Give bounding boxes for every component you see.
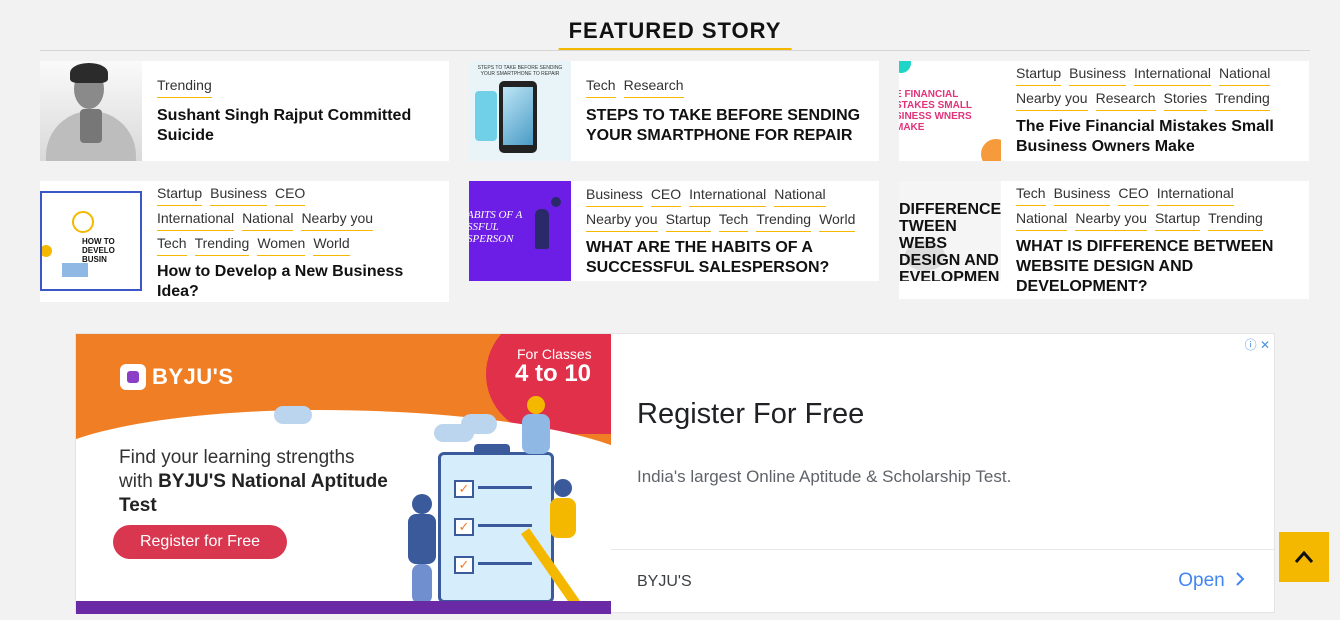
tag-link[interactable]: Women xyxy=(257,235,306,256)
ad-description: India's largest Online Aptitude & Schola… xyxy=(637,467,1012,486)
tag-link[interactable]: Trending xyxy=(756,211,812,232)
tag-link[interactable]: National xyxy=(1016,210,1068,231)
tag-link[interactable]: Research xyxy=(1095,90,1156,111)
story-card[interactable]: STEPS TO TAKE BEFORE SENDING YOUR SMARTP… xyxy=(469,61,879,161)
story-card[interactable]: HOW TO DEVELO BUSIN Startup Business CEO… xyxy=(40,181,449,302)
ad-headline[interactable]: Register For Free xyxy=(637,398,864,431)
tag-link[interactable]: Startup xyxy=(1154,210,1201,231)
story-title[interactable]: How to Develop a New Business Idea? xyxy=(157,262,435,302)
tag-link[interactable]: CEO xyxy=(650,186,682,207)
story-title[interactable]: The Five Financial Mistakes Small Busine… xyxy=(1016,117,1295,157)
story-thumbnail[interactable]: E FINANCIAL STAKES SMALL SINESS WNERS MA… xyxy=(899,61,1001,161)
tag-link[interactable]: Tech xyxy=(157,235,187,256)
ad-advertiser: BYJU'S xyxy=(637,573,692,590)
tag-link[interactable]: National xyxy=(1219,65,1271,86)
tag-link[interactable]: Nearby you xyxy=(586,211,658,232)
tag-link[interactable]: Tech xyxy=(718,211,749,232)
tag-link[interactable]: Nearby you xyxy=(301,210,374,231)
tag-link[interactable]: Nearby you xyxy=(1016,90,1088,111)
story-thumbnail[interactable]: HOW TO DEVELO BUSIN xyxy=(40,191,142,291)
register-button[interactable]: Register for Free xyxy=(113,525,287,559)
story-title[interactable]: STEPS TO TAKE BEFORE SENDING YOUR SMARTP… xyxy=(586,106,865,146)
ad-open-button[interactable]: Open xyxy=(1178,570,1246,592)
byjus-logo-icon xyxy=(120,364,146,390)
tag-link[interactable]: International xyxy=(689,186,767,207)
tag-link[interactable]: Tech xyxy=(1016,185,1046,206)
tag-link[interactable]: CEO xyxy=(274,185,306,206)
tag-link[interactable]: Business xyxy=(586,186,643,207)
story-thumbnail[interactable] xyxy=(40,61,142,161)
ad-creative[interactable]: For Classes 4 to 10 BYJU'S Find your lea… xyxy=(76,334,611,614)
featured-story-header: FEATURED STORY xyxy=(40,18,1310,51)
tag-link[interactable]: International xyxy=(157,210,235,231)
story-card[interactable]: DIFFERENCE TWEEN WEBS DESIGN AND EVELOPM… xyxy=(899,181,1309,299)
byjus-logo: BYJU'S xyxy=(120,364,234,390)
chevron-right-icon xyxy=(1236,572,1245,586)
tag-link[interactable]: Tech xyxy=(586,77,616,98)
section-title: FEATURED STORY xyxy=(558,18,792,50)
tag-link[interactable]: Stories xyxy=(1163,90,1208,111)
tag-link[interactable]: Research xyxy=(623,77,684,98)
tag-link[interactable]: Business xyxy=(1069,65,1126,86)
story-thumbnail[interactable]: ABITS OF A SSFUL SPERSON xyxy=(469,181,571,281)
tag-link[interactable]: CEO xyxy=(1118,185,1149,206)
story-title[interactable]: WHAT IS DIFFERENCE BETWEEN WEBSITE DESIG… xyxy=(1016,237,1295,297)
tag-link[interactable]: Startup xyxy=(157,185,203,206)
tag-link[interactable]: Startup xyxy=(1016,65,1062,86)
ad-classes-range: 4 to 10 xyxy=(515,360,592,387)
story-title[interactable]: Sushant Singh Rajput Committed Suicide xyxy=(157,106,435,146)
tag-link[interactable]: Business xyxy=(1053,185,1111,206)
tag-link[interactable]: Business xyxy=(210,185,267,206)
tag-link[interactable]: Trending xyxy=(1215,90,1270,111)
display-ad[interactable]: For Classes 4 to 10 BYJU'S Find your lea… xyxy=(75,333,1275,614)
story-card[interactable]: Trending Sushant Singh Rajput Committed … xyxy=(40,61,449,161)
ad-choices-icon[interactable]: ⓘ ✕ xyxy=(1245,336,1270,353)
tag-link[interactable]: World xyxy=(313,235,350,256)
tag-link[interactable]: Nearby you xyxy=(1075,210,1147,231)
story-title[interactable]: WHAT ARE THE HABITS OF A SUCCESSFUL SALE… xyxy=(586,238,866,278)
ad-footer: BYJU'S Open xyxy=(611,549,1274,613)
story-card[interactable]: E FINANCIAL STAKES SMALL SINESS WNERS MA… xyxy=(899,61,1309,161)
back-to-top-button[interactable] xyxy=(1279,532,1329,582)
tag-link[interactable]: Trending xyxy=(1208,210,1263,231)
story-thumbnail[interactable]: STEPS TO TAKE BEFORE SENDING YOUR SMARTP… xyxy=(469,61,571,161)
chevron-up-icon xyxy=(1294,550,1314,563)
story-card[interactable]: ABITS OF A SSFUL SPERSON Business CEO In… xyxy=(469,181,879,281)
tag-link[interactable]: Startup xyxy=(665,211,711,232)
tag-link[interactable]: International xyxy=(1133,65,1212,86)
tag-link[interactable]: World xyxy=(819,211,856,232)
ad-copy: Find your learning strengths with BYJU'S… xyxy=(119,447,388,516)
tag-link[interactable]: National xyxy=(242,210,294,231)
tag-link[interactable]: Trending xyxy=(157,77,212,98)
tag-link[interactable]: National xyxy=(774,186,826,207)
tag-link[interactable]: Trending xyxy=(194,235,250,256)
story-thumbnail[interactable]: DIFFERENCE TWEEN WEBS DESIGN AND EVELOPM… xyxy=(899,181,1001,281)
tag-link[interactable]: International xyxy=(1156,185,1234,206)
ad-text-panel[interactable]: ⓘ ✕ Register For Free India's largest On… xyxy=(611,334,1274,612)
